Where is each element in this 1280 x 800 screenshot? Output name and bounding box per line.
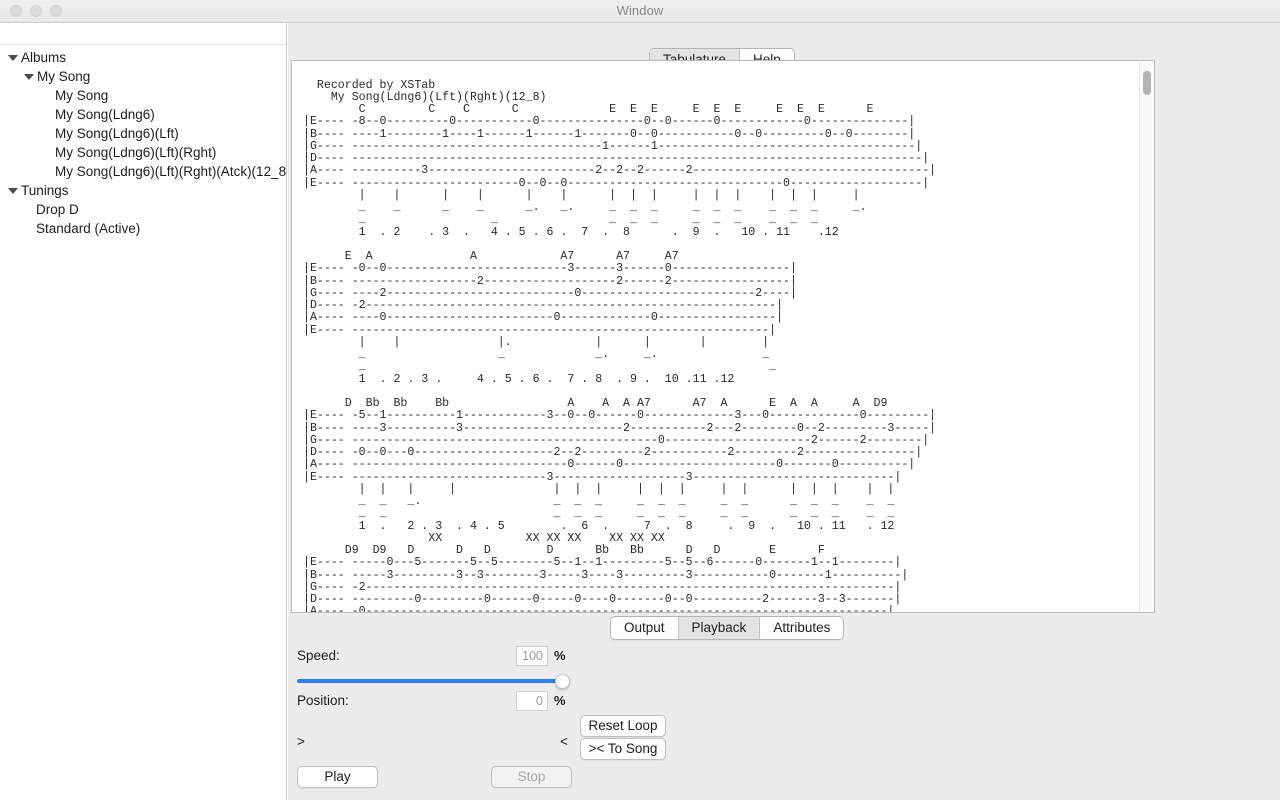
window-title: Window <box>0 3 1280 18</box>
sidebar-item-label: My Song(Ldng6)(Lft)(Rght) <box>55 145 216 160</box>
disclosure-triangle-icon[interactable] <box>24 71 35 82</box>
speed-percent-label: % <box>554 648 566 663</box>
tab-output[interactable]: Output <box>611 617 679 639</box>
sidebar-item-drop-d[interactable]: Drop D <box>0 200 286 219</box>
sidebar-item-label: My Song <box>37 69 90 84</box>
scrollbar-thumb[interactable] <box>1143 71 1151 95</box>
tabulature-view[interactable]: Recorded by XSTab My Song(Ldng6)(Lft)(Rg… <box>291 60 1155 613</box>
sidebar-item-my-song-ldng6[interactable]: My Song(Ldng6) <box>0 105 286 124</box>
sidebar-item-standard-active[interactable]: Standard (Active) <box>0 219 286 238</box>
sidebar-item-my-song-group[interactable]: My Song <box>0 67 286 86</box>
top-tab-bar: Tabulature Help <box>288 23 1280 60</box>
sidebar-item-my-song-ldng6-lft[interactable]: My Song(Ldng6)(Lft) <box>0 124 286 143</box>
loop-end-marker[interactable]: < <box>560 734 568 749</box>
source-tree: Albums My Song My Song My Song(Ldng6) My… <box>0 45 286 238</box>
play-button[interactable]: Play <box>297 766 378 788</box>
tab-attributes[interactable]: Attributes <box>760 617 843 639</box>
reset-loop-button[interactable]: Reset Loop <box>580 715 666 737</box>
sidebar-item-label: My Song(Ldng6)(Lft) <box>55 126 179 141</box>
disclosure-triangle-icon[interactable] <box>8 52 19 63</box>
disclosure-triangle-icon[interactable] <box>8 185 19 196</box>
controls-segmented-control[interactable]: Output Playback Attributes <box>610 616 844 640</box>
sidebar-item-tunings[interactable]: Tunings <box>0 181 286 200</box>
sidebar-item-label: Standard (Active) <box>36 221 140 236</box>
tabulature-scrollbar[interactable] <box>1139 62 1153 613</box>
speed-input[interactable]: 100 <box>516 646 548 666</box>
sidebar-item-my-song-ldng6-lft-rght-atck[interactable]: My Song(Ldng6)(Lft)(Rght)(Atck)(12_8) <box>0 162 286 181</box>
speed-label: Speed: <box>297 648 340 663</box>
sidebar-item-albums[interactable]: Albums <box>0 48 286 67</box>
to-song-button[interactable]: >< To Song <box>580 738 666 760</box>
tabulature-text: Recorded by XSTab My Song(Ldng6)(Lft)(Rg… <box>303 80 936 613</box>
sidebar-item-label: My Song <box>55 88 108 103</box>
sidebar-item-label: Tunings <box>21 183 69 198</box>
sidebar: Albums My Song My Song My Song(Ldng6) My… <box>0 23 287 800</box>
sidebar-item-label: My Song(Ldng6) <box>55 107 155 122</box>
position-label: Position: <box>297 693 349 708</box>
sidebar-item-label: My Song(Ldng6)(Lft)(Rght)(Atck)(12_8) <box>55 164 286 179</box>
sidebar-item-my-song-ldng6-lft-rght[interactable]: My Song(Ldng6)(Lft)(Rght) <box>0 143 286 162</box>
sidebar-item-label: Drop D <box>36 202 79 217</box>
slider-fill <box>297 679 565 683</box>
loop-start-marker[interactable]: > <box>297 734 305 749</box>
sidebar-header <box>0 23 286 45</box>
position-input[interactable]: 0 <box>516 691 548 711</box>
stop-button[interactable]: Stop <box>491 766 572 788</box>
tab-playback[interactable]: Playback <box>679 617 761 639</box>
app-window: Window Albums My Song My Song My Song(Ld… <box>0 0 1280 800</box>
title-bar: Window <box>0 0 1280 23</box>
controls-panel: Output Playback Attributes Speed: 100 % … <box>288 613 1280 800</box>
position-percent-label: % <box>554 693 566 708</box>
sidebar-item-label: Albums <box>21 50 66 65</box>
sidebar-item-my-song[interactable]: My Song <box>0 86 286 105</box>
speed-slider[interactable] <box>297 675 565 689</box>
slider-thumb[interactable] <box>555 674 570 689</box>
main-pane: Tabulature Help Recorded by XSTab My Son… <box>288 23 1280 800</box>
